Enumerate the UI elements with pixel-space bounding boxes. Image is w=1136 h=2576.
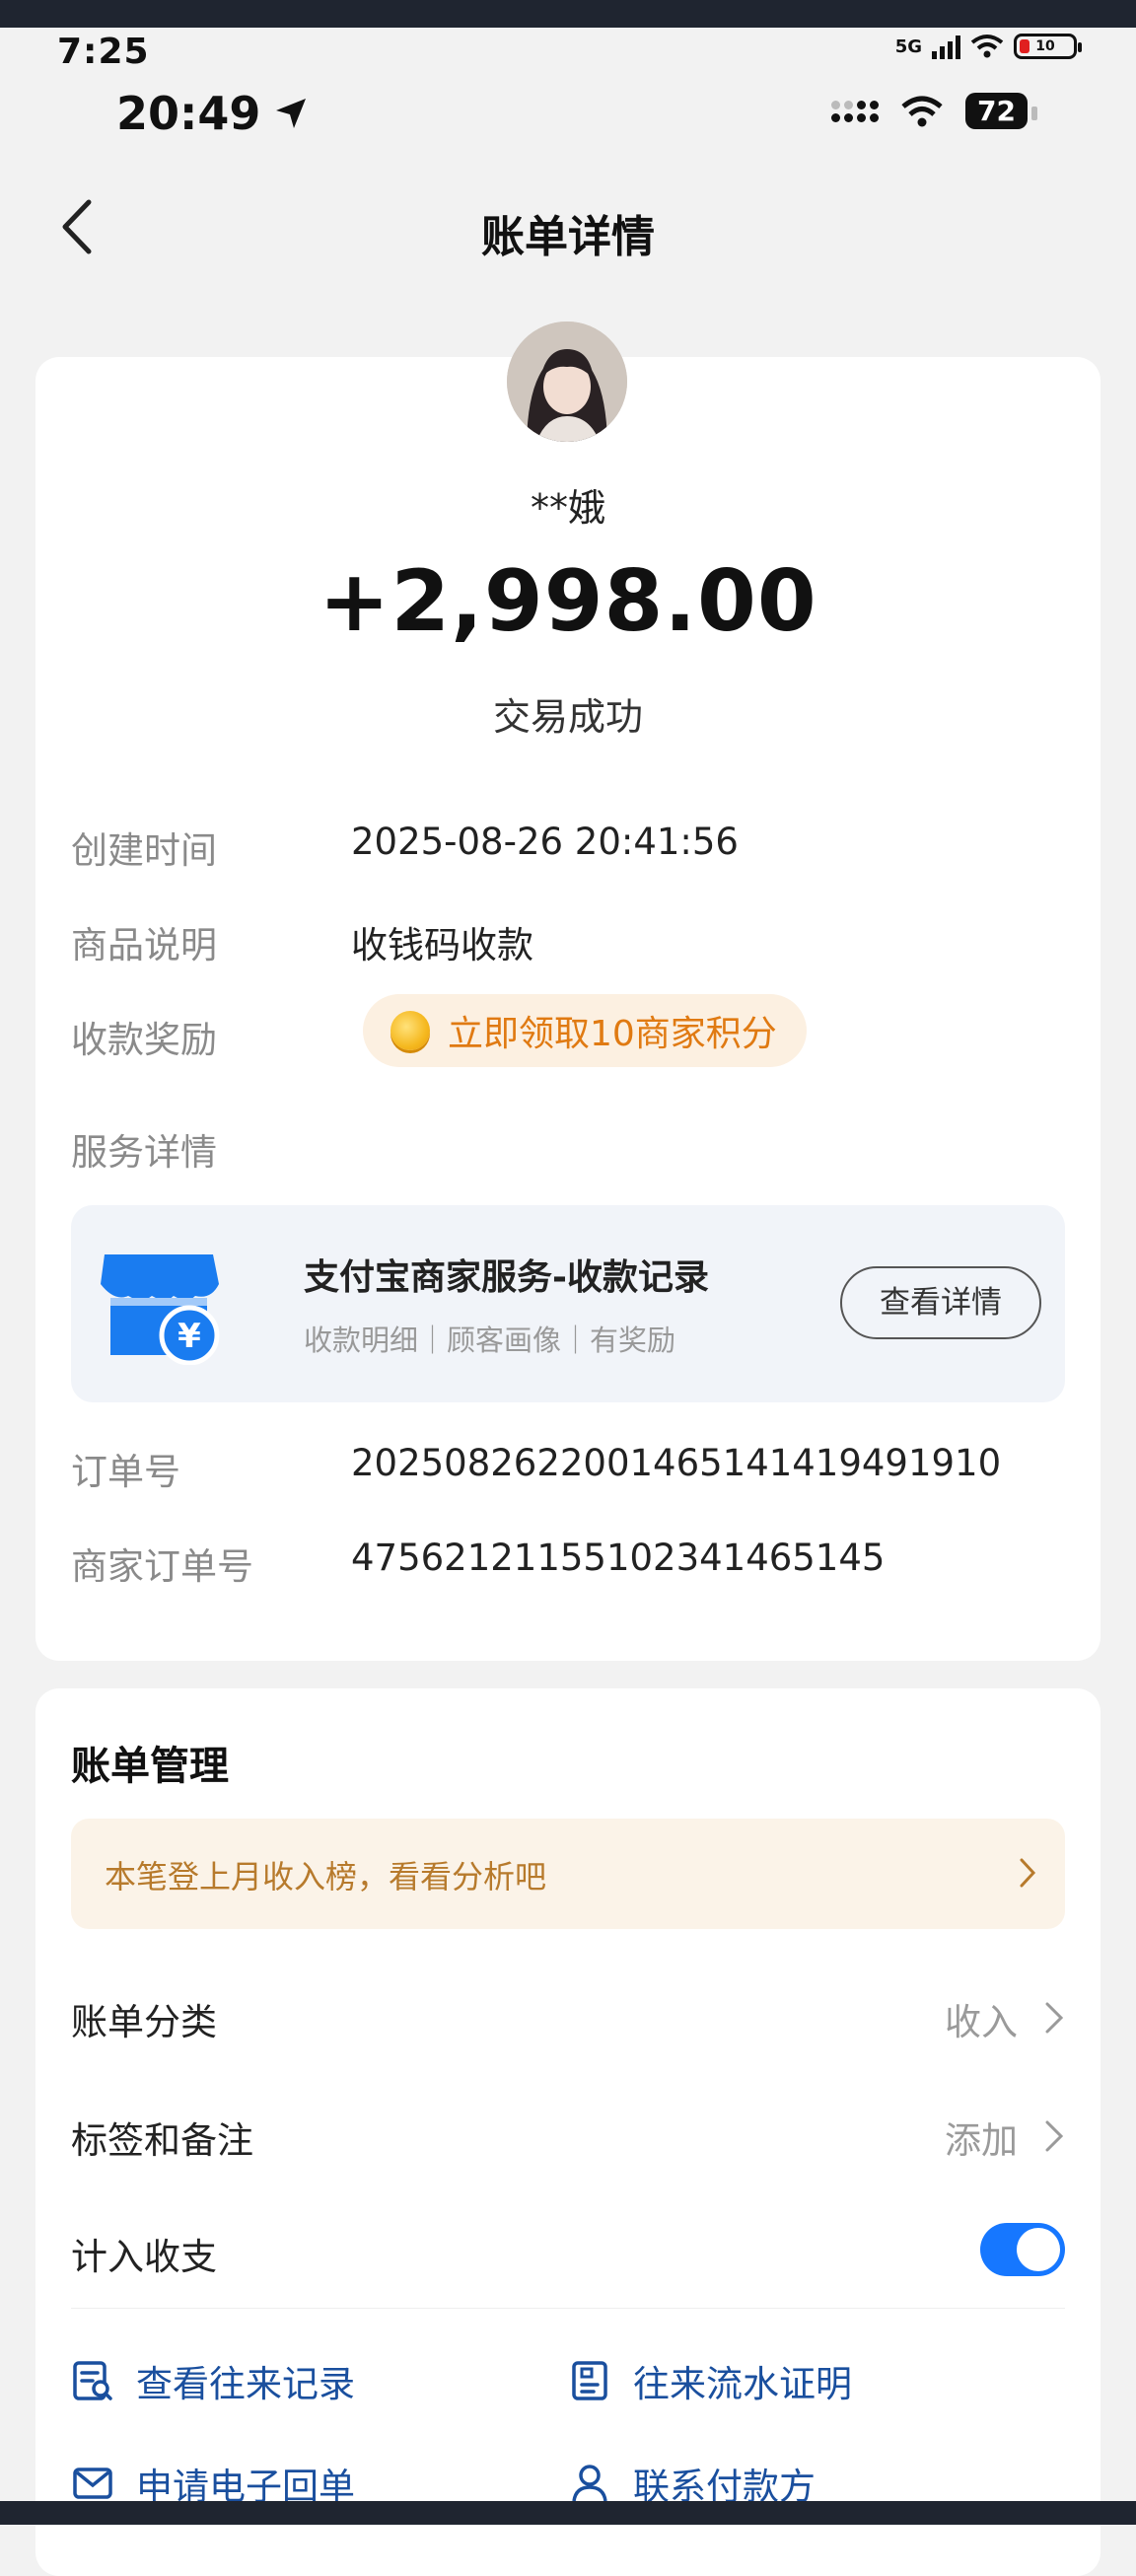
bill-management-card: 账单管理 本笔登上月收入榜，看看分析吧 账单分类 收入 标签和备注 添加 计入收… bbox=[36, 1688, 1100, 2576]
count-in-balance-toggle[interactable] bbox=[980, 2223, 1065, 2276]
section-title: 账单管理 bbox=[71, 1744, 229, 1789]
outer-status-time: 7:25 bbox=[57, 32, 150, 72]
description-value: 收钱码收款 bbox=[351, 924, 533, 966]
battery-icon: 10 bbox=[1014, 34, 1082, 59]
record-search-icon bbox=[73, 2361, 112, 2400]
bill-category-row[interactable]: 账单分类 收入 bbox=[71, 1984, 1065, 2053]
order-number-value[interactable]: 2025082622001465141419491910 bbox=[351, 1442, 1001, 1484]
detail-row-order-number: 订单号 2025082622001465141419491910 bbox=[71, 1442, 1065, 1501]
bill-category-label: 账单分类 bbox=[71, 2001, 217, 2043]
nav-bar: 账单详情 bbox=[0, 187, 1136, 276]
chevron-right-icon bbox=[1045, 2002, 1064, 2034]
view-details-button[interactable]: 查看详情 bbox=[840, 1266, 1041, 1339]
status-icons: 72 bbox=[831, 93, 1037, 129]
detail-row-service: 服务详情 bbox=[71, 1122, 1065, 1181]
envelope-icon bbox=[73, 2468, 112, 2499]
person-icon bbox=[572, 2465, 607, 2502]
chevron-right-icon bbox=[1020, 1858, 1036, 1888]
income-ranking-tip[interactable]: 本笔登上月收入榜，看看分析吧 bbox=[71, 1819, 1065, 1929]
wifi-icon bbox=[970, 35, 1004, 58]
statement-proof-link[interactable]: 往来流水证明 bbox=[568, 2351, 852, 2410]
created-time-value: 2025-08-26 20:41:56 bbox=[351, 821, 739, 863]
document-icon bbox=[572, 2361, 607, 2400]
payee-name: **娥 bbox=[530, 486, 605, 530]
service-title: 支付宝商家服务-收款记录 bbox=[304, 1257, 709, 1298]
chevron-right-icon bbox=[1045, 2120, 1064, 2152]
count-in-balance-row: 计入收支 bbox=[71, 2219, 1065, 2288]
tags-notes-value: 添加 bbox=[945, 2119, 1018, 2162]
coin-icon bbox=[390, 1011, 430, 1050]
signal-icon bbox=[932, 34, 960, 59]
merchant-order-value[interactable]: 4756212115510234146514​5 bbox=[351, 1537, 885, 1579]
avatar-image bbox=[507, 322, 627, 442]
battery-indicator: 72 bbox=[965, 93, 1037, 129]
created-time-label: 创建时间 bbox=[71, 829, 217, 872]
claim-reward-button[interactable]: 立即领取10商家积分 bbox=[363, 994, 807, 1067]
transaction-card: **娥 +2,998.00 交易成功 创建时间 2025-08-26 20:41… bbox=[36, 322, 1100, 1661]
tags-notes-row[interactable]: 标签和备注 添加 bbox=[71, 2103, 1065, 2172]
description-label: 商品说明 bbox=[71, 924, 217, 966]
wifi-icon bbox=[901, 96, 943, 126]
outer-status-bar: 7:25 5G 10 bbox=[0, 28, 1136, 77]
svg-text:¥: ¥ bbox=[178, 1317, 201, 1356]
location-arrow-icon bbox=[276, 99, 307, 128]
divider bbox=[71, 2308, 1065, 2309]
transaction-amount: +2,998.00 bbox=[319, 552, 817, 651]
screenshot-top-frame bbox=[0, 0, 1136, 28]
tip-text: 本笔登上月收入榜，看看分析吧 bbox=[105, 1858, 547, 1896]
order-number-label: 订单号 bbox=[71, 1451, 180, 1493]
detail-row-reward: 收款奖励 立即领取10商家积分 bbox=[71, 994, 1065, 1069]
detail-row-description: 商品说明 收钱码收款 bbox=[71, 915, 1065, 974]
payer-avatar[interactable] bbox=[507, 322, 627, 442]
view-history-label: 查看往来记录 bbox=[136, 2363, 355, 2405]
service-label: 服务详情 bbox=[71, 1131, 217, 1174]
outer-status-icons: 5G 10 bbox=[894, 34, 1082, 59]
cellular-icon bbox=[831, 100, 880, 122]
detail-row-merchant-order: 商家订单号 4756212115510234146514​5 bbox=[71, 1537, 1065, 1596]
claim-reward-label: 立即领取10商家积分 bbox=[448, 1014, 777, 1054]
store-icon: ¥ bbox=[101, 1254, 220, 1365]
count-in-balance-label: 计入收支 bbox=[71, 2236, 217, 2278]
merchant-service-card[interactable]: ¥ 支付宝商家服务-收款记录 收款明细｜顾客画像｜有奖励 查看详情 bbox=[71, 1205, 1065, 1402]
transaction-status: 交易成功 bbox=[492, 695, 643, 739]
screenshot-bottom-frame bbox=[0, 2501, 1136, 2525]
merchant-order-label: 商家订单号 bbox=[71, 1545, 253, 1588]
statement-proof-label: 往来流水证明 bbox=[633, 2363, 852, 2405]
status-time-group: 20:49 bbox=[116, 87, 308, 140]
bill-category-value: 收入 bbox=[945, 2001, 1018, 2043]
battery-level: 10 bbox=[1035, 38, 1055, 54]
detail-row-created-time: 创建时间 2025-08-26 20:41:56 bbox=[71, 821, 1065, 880]
tags-notes-label: 标签和备注 bbox=[71, 2119, 253, 2162]
view-history-link[interactable]: 查看往来记录 bbox=[71, 2351, 355, 2410]
service-subtitle: 收款明细｜顾客画像｜有奖励 bbox=[304, 1324, 676, 1357]
reward-label: 收款奖励 bbox=[71, 1019, 217, 1061]
network-label: 5G bbox=[894, 36, 922, 57]
status-time: 20:49 bbox=[116, 87, 261, 140]
page-title: 账单详情 bbox=[481, 212, 655, 262]
status-bar: 20:49 72 bbox=[0, 79, 1136, 148]
